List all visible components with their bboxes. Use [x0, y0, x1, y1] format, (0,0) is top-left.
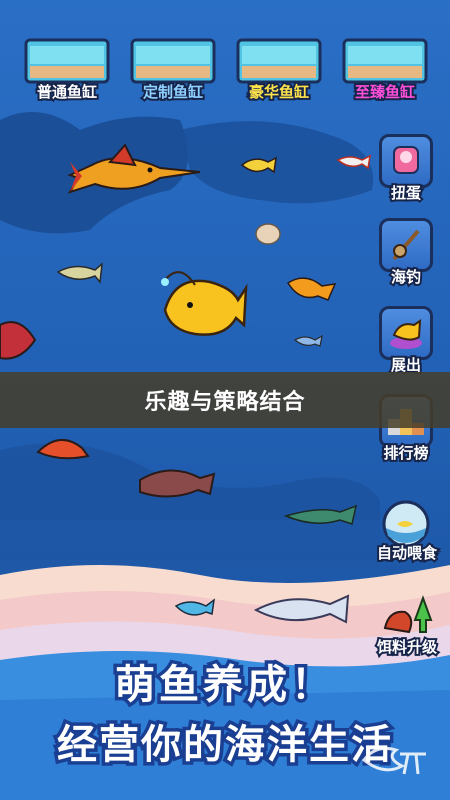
tank-label: 豪华鱼缸 — [247, 81, 311, 103]
bait-upgrade-icon — [379, 588, 433, 642]
aquarium-tank-icon — [342, 38, 428, 84]
tank-button-deluxe[interactable]: 豪华鱼缸 — [236, 38, 322, 108]
gacha-machine-icon — [379, 134, 433, 188]
slogan-line-1: 萌鱼养成！ — [112, 659, 335, 712]
aquarium-tank-icon — [130, 38, 216, 84]
tank-button-custom[interactable]: 定制鱼缸 — [130, 38, 216, 108]
tank-button-supreme[interactable]: 至臻鱼缸 — [342, 38, 428, 108]
fishbowl-feeder-icon — [379, 494, 433, 548]
aquarium-tank-icon — [236, 38, 322, 84]
banner-text: 乐趣与策略结合 — [144, 390, 306, 415]
side-button-label: 排行榜 — [381, 442, 430, 464]
side-button-label: 自动喂食 — [375, 542, 439, 564]
side-button-fishing[interactable]: 海钓 — [377, 218, 435, 288]
promo-banner: 乐趣与策略结合 — [0, 372, 450, 428]
anglerfish-exhibit-icon — [379, 306, 433, 360]
side-button-exhibit[interactable]: 展出 — [377, 306, 435, 376]
side-button-autofeed[interactable]: 自动喂食 — [375, 494, 439, 564]
aquarium-tank-icon — [24, 38, 110, 84]
side-button-gacha[interactable]: 扭蛋 — [377, 134, 435, 204]
tank-button-normal[interactable]: 普通鱼缸 — [24, 38, 110, 108]
side-button-label: 扭蛋 — [389, 182, 423, 204]
side-button-label: 海钓 — [389, 266, 423, 288]
tank-label: 普通鱼缸 — [35, 81, 99, 103]
game-scene: 普通鱼缸 定制鱼缸 豪华鱼缸 至臻鱼缸 扭蛋 海钓 展出 排行榜 自动喂食 饵料… — [0, 0, 450, 800]
tank-label: 至臻鱼缸 — [353, 81, 417, 103]
side-button-bait-upgrade[interactable]: 饵料升级 — [375, 588, 439, 658]
watermark-logo — [361, 746, 426, 775]
tank-label: 定制鱼缸 — [141, 81, 205, 103]
fishing-rod-icon — [379, 218, 433, 272]
